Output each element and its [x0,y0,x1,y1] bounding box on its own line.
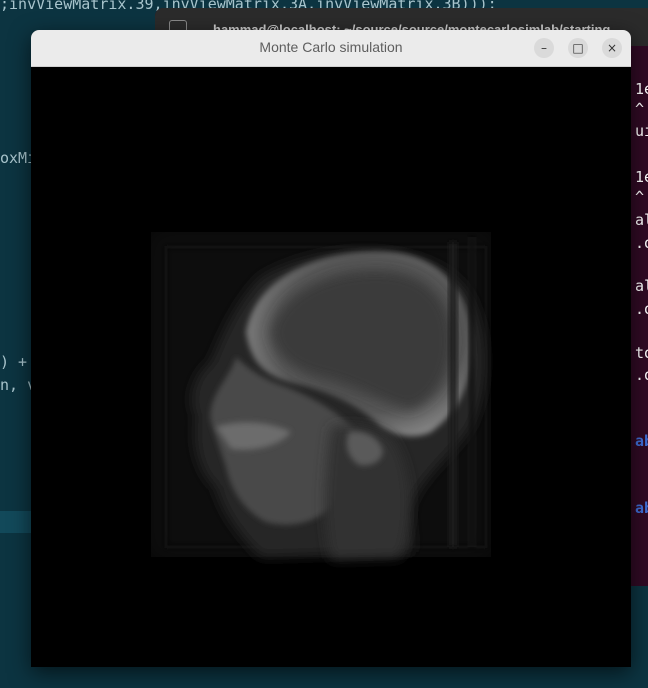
window-titlebar[interactable]: Monte Carlo simulation – □ × [31,30,631,67]
terminal-line: alp [635,211,648,229]
editor-line: ) + [0,353,28,371]
terminal-line: ^ [635,100,645,118]
terminal-line: ab [635,432,648,450]
terminal-line: ab [635,499,648,517]
maximize-button[interactable]: □ [568,38,588,58]
render-viewport[interactable] [31,67,631,667]
terminal-line: 1e [635,80,648,98]
terminal-line: .or [635,366,648,384]
terminal-line: uin [635,122,648,140]
close-button[interactable]: × [602,38,622,58]
xray-skull-image [31,67,631,667]
terminal-line: alp [635,277,648,295]
monte-carlo-window[interactable]: Monte Carlo simulation – □ × [31,30,631,667]
terminal-line: 1e [635,168,648,186]
minimize-button[interactable]: – [534,38,554,58]
editor-background-strip [632,586,648,688]
terminal-line: .or [635,234,648,252]
terminal-line: to [635,344,648,362]
terminal-line: .or [635,300,648,318]
terminal-line: ^ [635,188,645,206]
